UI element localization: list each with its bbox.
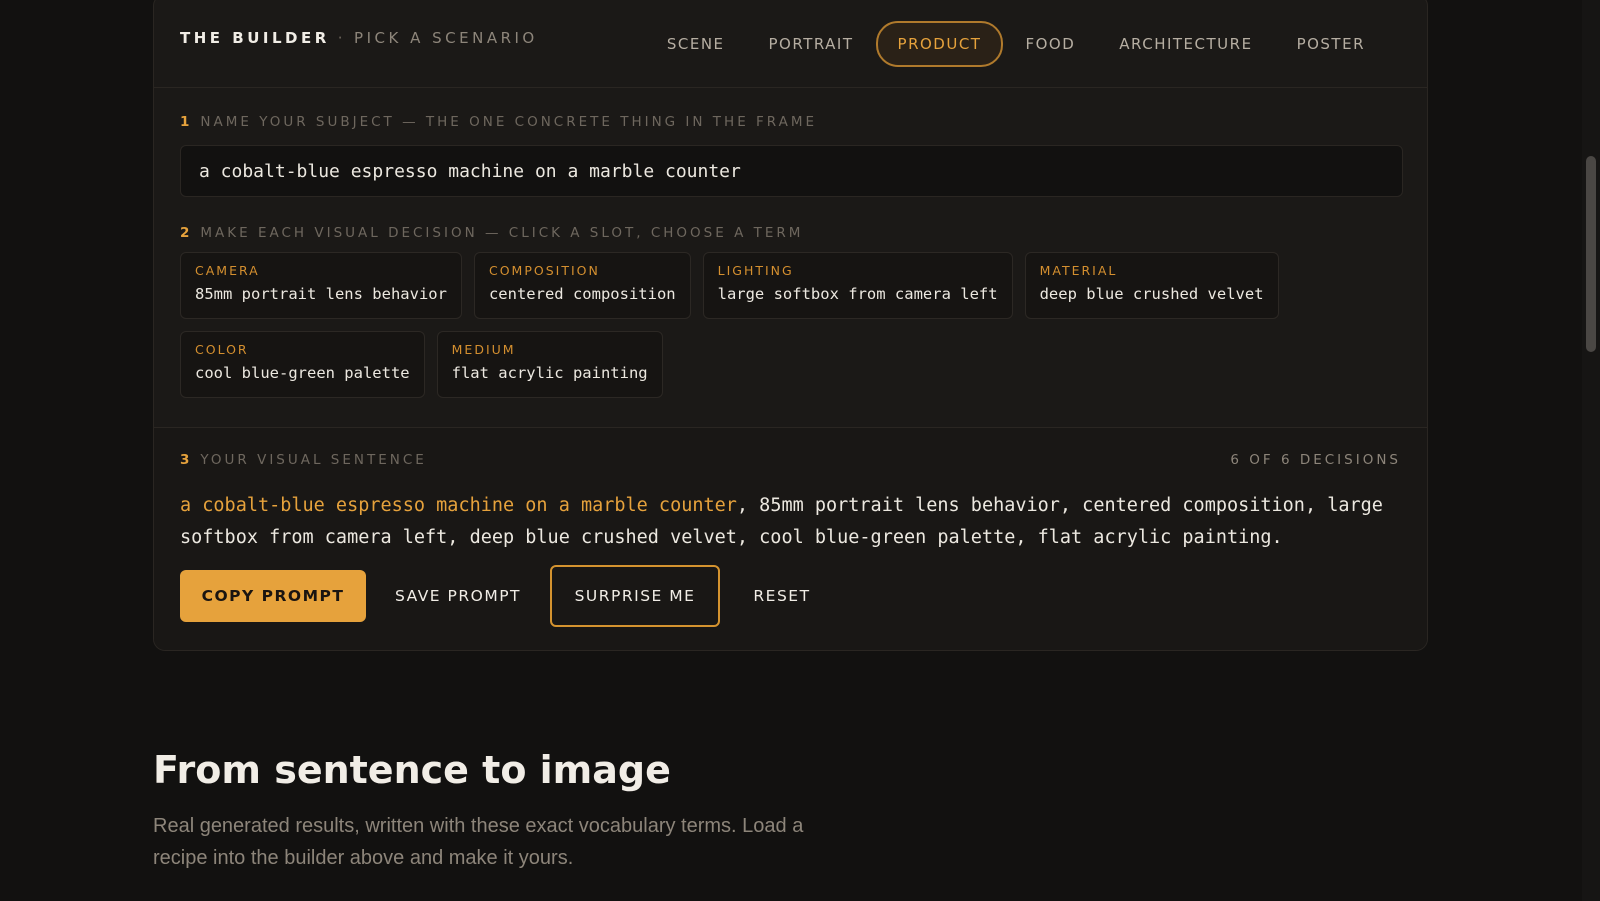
- step-3-text: YOUR VISUAL SENTENCE: [200, 452, 427, 468]
- slot-category: COMPOSITION: [488, 263, 600, 278]
- subject-input[interactable]: [180, 145, 1403, 197]
- slot-value: 85mm portrait lens behavior: [195, 285, 447, 303]
- slot-value: centered composition: [488, 285, 676, 303]
- scrollbar-thumb[interactable]: [1586, 156, 1596, 352]
- step-2-text: MAKE EACH VISUAL DECISION — CLICK A SLOT…: [200, 225, 804, 241]
- brand-separator: ·: [337, 29, 347, 47]
- slot-material[interactable]: MATERIAL deep blue crushed velvet: [1024, 252, 1279, 319]
- slot-category: COLOR: [195, 342, 249, 357]
- step-2-label: 2 MAKE EACH VISUAL DECISION — CLICK A SLO…: [180, 225, 803, 241]
- section-description: Real generated results, written with the…: [153, 815, 804, 869]
- surprise-me-button[interactable]: SURPRISE ME: [550, 565, 720, 627]
- slot-category: LIGHTING: [717, 263, 794, 278]
- save-prompt-button[interactable]: SAVE PROMPT: [378, 570, 538, 622]
- prompt-builder-panel: THE BUILDER · PICK A SCENARIO SCENE PORTRA…: [153, 0, 1428, 651]
- slot-category: MATERIAL: [1039, 263, 1118, 278]
- slot-value: large softbox from camera left: [717, 285, 998, 303]
- builder-subtitle: PICK A SCENARIO: [354, 29, 538, 47]
- builder-header: THE BUILDER · PICK A SCENARIO SCENE PORTRA…: [154, 0, 1427, 88]
- step-1-label: 1 NAME YOUR SUBJECT — THE ONE CONCRETE TH…: [180, 114, 817, 130]
- scenario-tabs: SCENE PORTRAIT PRODUCT FOOD ARCHITECTURE…: [645, 21, 1387, 67]
- sentence-subject: a cobalt-blue espresso machine on a marb…: [180, 495, 737, 516]
- decisions-counter: 6 OF 6 DECISIONS: [1230, 452, 1401, 468]
- step-1-number: 1: [180, 114, 193, 130]
- slot-category: MEDIUM: [451, 342, 516, 357]
- step-3-label: 3 YOUR VISUAL SENTENCE: [180, 452, 427, 468]
- tab-architecture[interactable]: ARCHITECTURE: [1097, 21, 1274, 67]
- slot-value: flat acrylic painting: [451, 364, 648, 382]
- slot-value: cool blue-green palette: [195, 364, 410, 382]
- slot-color[interactable]: COLOR cool blue-green palette: [180, 331, 425, 398]
- slot-medium[interactable]: MEDIUM flat acrylic painting: [436, 331, 663, 398]
- slot-category: CAMERA: [195, 263, 260, 278]
- visual-sentence-section: 3 YOUR VISUAL SENTENCE 6 OF 6 DECISIONS a…: [154, 427, 1427, 650]
- slot-camera[interactable]: CAMERA 85mm portrait lens behavior: [180, 252, 462, 319]
- tab-scene[interactable]: SCENE: [645, 21, 747, 67]
- page: THE BUILDER · PICK A SCENARIO SCENE PORTRA…: [0, 0, 1600, 901]
- builder-title: THE BUILDER: [180, 29, 330, 47]
- section-title: From sentence to image: [153, 748, 671, 792]
- reset-button[interactable]: RESET: [732, 570, 832, 622]
- step-1-text: NAME YOUR SUBJECT — THE ONE CONCRETE THI…: [200, 114, 818, 130]
- tab-portrait[interactable]: PORTRAIT: [747, 21, 876, 67]
- slot-value: deep blue crushed velvet: [1039, 285, 1264, 303]
- slot-lighting[interactable]: LIGHTING large softbox from camera left: [702, 252, 1013, 319]
- step-2-number: 2: [180, 225, 193, 241]
- decision-slots: CAMERA 85mm portrait lens behavior COMPO…: [180, 252, 1410, 410]
- slot-composition[interactable]: COMPOSITION centered composition: [473, 252, 691, 319]
- scrollbar[interactable]: [1582, 0, 1600, 901]
- tab-product[interactable]: PRODUCT: [875, 21, 1004, 67]
- builder-brand: THE BUILDER · PICK A SCENARIO: [180, 29, 538, 47]
- step-3-number: 3: [180, 452, 193, 468]
- tab-food[interactable]: FOOD: [1003, 21, 1097, 67]
- tab-poster[interactable]: POSTER: [1275, 21, 1387, 67]
- visual-sentence: a cobalt-blue espresso machine on a marb…: [180, 490, 1410, 554]
- action-buttons: COPY PROMPT SAVE PROMPT SURPRISE ME RESE…: [180, 565, 832, 627]
- copy-prompt-button[interactable]: COPY PROMPT: [180, 570, 366, 622]
